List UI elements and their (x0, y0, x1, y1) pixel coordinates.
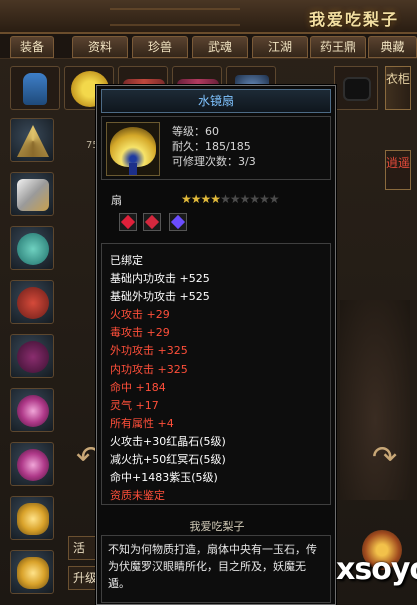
star-rating: ★★★★★★★★★★ (181, 192, 280, 206)
tab-medicine-cauldron[interactable]: 药王鼎 (310, 36, 366, 58)
tab-bar: 装备 资料 珍兽 武魂 江湖 药王鼎 典藏 (0, 34, 417, 59)
banner-ornament (110, 8, 240, 26)
red-gem-icon (143, 213, 161, 231)
attribute-line: 灵气 +17 (110, 398, 159, 412)
attribute-line: 火攻击+30红晶石(5级) (110, 434, 226, 448)
item-level: 等级：60 (172, 125, 219, 138)
star-filled-icon: ★ (210, 192, 221, 206)
ring-icon (17, 395, 49, 427)
equip-slot-bracer[interactable] (10, 172, 54, 216)
attribute-line: 外功攻击 +325 (110, 344, 188, 358)
boots-icon (17, 341, 49, 373)
tab-equipment[interactable]: 装备 (10, 36, 54, 58)
equip-slot-ring-2[interactable] (10, 442, 54, 486)
shoulder-icon (17, 125, 49, 157)
attribute-line: 基础外功攻击 +525 (110, 290, 210, 304)
attribute-line: 基础内功攻击 +525 (110, 272, 210, 286)
watermark: xsoyo (336, 552, 417, 587)
game-window: 我爱吃梨子 装备 资料 珍兽 武魂 江湖 药王鼎 典藏 75 衣柜 逍遥 ↶ ↷… (0, 0, 417, 605)
star-filled-icon: ★ (190, 192, 202, 206)
item-name: 水镜扇 (101, 89, 331, 113)
attribute-line: 减火抗+50红冥石(5级) (110, 453, 226, 467)
item-info-box: 等级：60 耐久：185/185 可修理次数：3/3 (101, 116, 331, 180)
attribute-line: 毒攻击 +29 (110, 326, 170, 340)
gourd-icon (17, 503, 49, 535)
equip-slot-charm-1[interactable] (10, 496, 54, 540)
star-empty-icon: ★ (220, 192, 231, 206)
equip-slot-belt[interactable] (10, 280, 54, 324)
equip-slot-ring-1[interactable] (10, 388, 54, 432)
star-empty-icon: ★ (268, 192, 280, 206)
title-banner: 我爱吃梨子 (0, 0, 417, 34)
star-empty-icon: ★ (259, 192, 270, 206)
attribute-line: 火攻击 +29 (110, 308, 170, 322)
tab-pets[interactable]: 珍兽 (132, 36, 188, 58)
equip-slot-mount[interactable] (334, 66, 378, 110)
gloves-icon (17, 233, 49, 265)
attribute-line: 内功攻击 +325 (110, 362, 188, 376)
xiaoyao-tab[interactable]: 逍遥 (385, 150, 411, 190)
headgear-icon (23, 73, 47, 105)
attribute-line: 命中 +184 (110, 380, 166, 394)
purple-gem-icon (169, 213, 187, 231)
star-empty-icon: ★ (229, 192, 241, 206)
star-empty-icon: ★ (239, 192, 251, 206)
red-gem-icon (119, 213, 137, 231)
equip-slot-shoulder[interactable] (10, 118, 54, 162)
equip-slot-boots[interactable] (10, 334, 54, 378)
tab-profile[interactable]: 资料 (72, 36, 128, 58)
gourd-icon (17, 557, 49, 589)
item-description: 不知为何物质打造，扇体中央有一玉石，传为伏魔罗汉眼睛所化，目之所及，妖魔无遁。 (101, 535, 331, 603)
wardrobe-tab[interactable]: 衣柜 (385, 66, 411, 110)
item-durability: 耐久：185/185 (172, 140, 251, 153)
tab-martial-soul[interactable]: 武魂 (192, 36, 248, 58)
fan-icon (106, 122, 160, 176)
equip-slot-gloves[interactable] (10, 226, 54, 270)
attribute-line: 已绑定 (110, 254, 143, 267)
ring-icon (17, 449, 49, 481)
attribute-line: 资质未鉴定 (110, 489, 165, 503)
character-name: 我爱吃梨子 (308, 10, 399, 29)
star-filled-icon: ★ (181, 192, 192, 206)
tab-collection[interactable]: 典藏 (368, 36, 417, 58)
bracer-icon (17, 179, 49, 211)
attribute-line: 所有属性 +4 (110, 416, 174, 430)
equip-slot-charm-2[interactable] (10, 550, 54, 594)
star-empty-icon: ★ (249, 192, 260, 206)
item-type: 扇 (111, 194, 122, 207)
belt-icon (17, 287, 49, 319)
item-repair-count: 可修理次数：3/3 (172, 155, 256, 168)
tab-jianghu[interactable]: 江湖 (252, 36, 308, 58)
item-tooltip: 水镜扇 等级：60 耐久：185/185 可修理次数：3/3 扇 ★★★★★★★… (96, 85, 336, 605)
attribute-list: 已绑定基础内功攻击 +525 基础外功攻击 +525 火攻击 +29 毒攻击 +29 外… (101, 243, 331, 505)
rotate-right-icon[interactable]: ↷ (372, 440, 397, 475)
star-filled-icon: ★ (200, 192, 212, 206)
bottom-label-1[interactable]: 活 (68, 536, 96, 560)
attribute-line: 命中+1483紫玉(5级) (110, 471, 218, 485)
equip-slot-head[interactable] (10, 66, 60, 110)
mask-icon (343, 77, 371, 101)
item-author: 我爱吃梨子 (189, 520, 245, 533)
